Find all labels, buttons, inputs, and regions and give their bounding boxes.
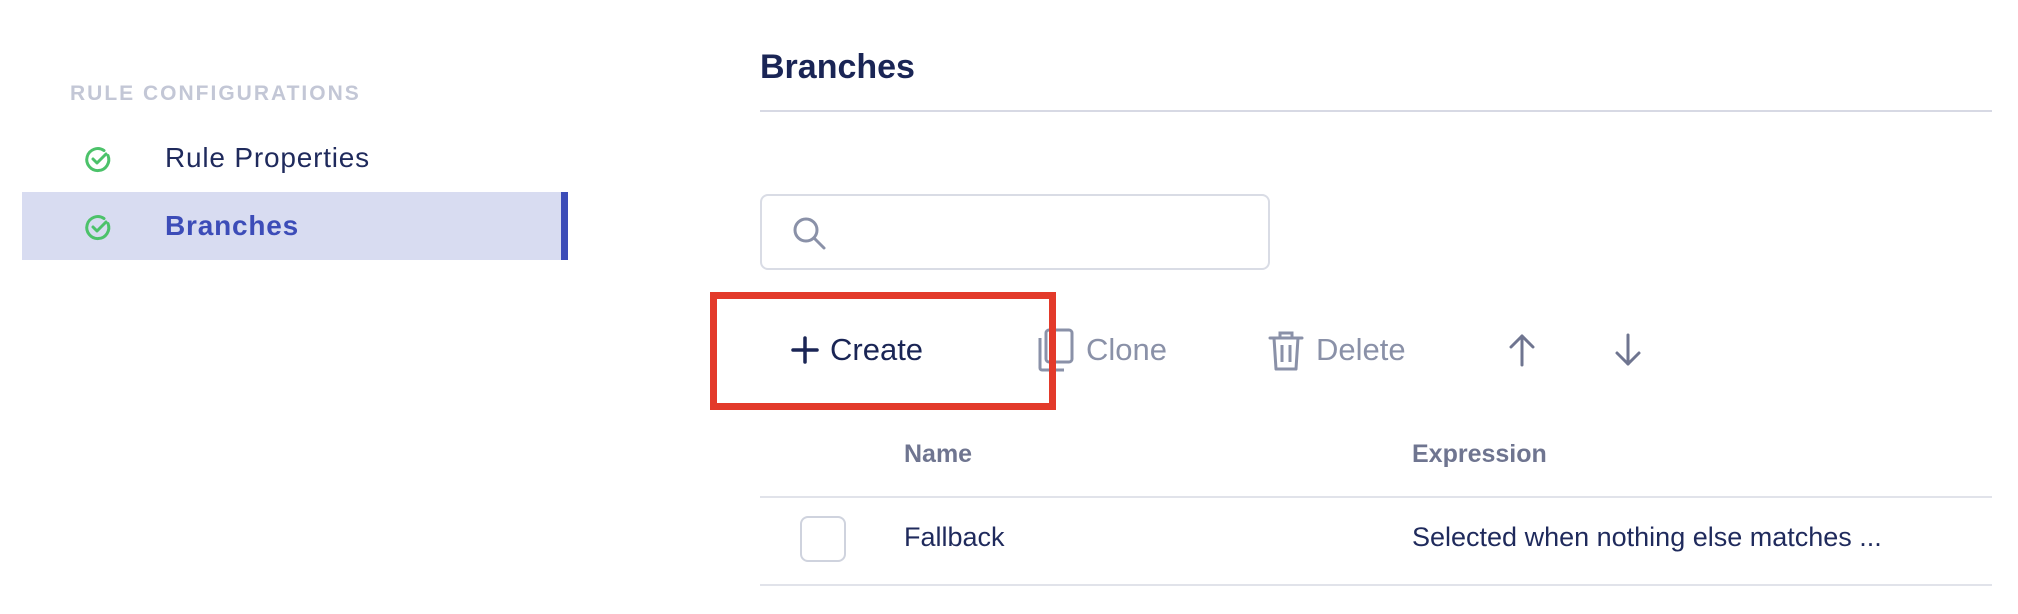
table-header-divider bbox=[760, 496, 1992, 498]
sidebar-item-rule-properties[interactable]: Rule Properties bbox=[22, 124, 568, 192]
delete-label: Delete bbox=[1316, 332, 1406, 367]
search-icon bbox=[793, 217, 826, 250]
sidebar-item-branches[interactable]: Branches bbox=[22, 192, 568, 260]
row-name[interactable]: Fallback bbox=[904, 522, 1005, 553]
delete-button[interactable]: Delete bbox=[1266, 320, 1406, 380]
sidebar-item-label: Branches bbox=[165, 210, 300, 241]
page-title: Branches bbox=[760, 48, 915, 86]
create-label: Create bbox=[830, 332, 924, 367]
move-up-button[interactable] bbox=[1506, 320, 1548, 380]
title-divider bbox=[760, 110, 1992, 112]
search-input[interactable] bbox=[760, 194, 1270, 270]
column-header-expression[interactable]: Expression bbox=[1412, 440, 1547, 469]
trash-icon bbox=[1268, 331, 1304, 371]
check-circle-icon bbox=[85, 147, 111, 173]
row-checkbox[interactable] bbox=[800, 516, 846, 562]
sidebar-heading: RULE CONFIGURATIONS bbox=[70, 82, 361, 105]
arrow-up-icon bbox=[1509, 334, 1535, 367]
table-row-divider bbox=[760, 584, 1992, 586]
clone-button[interactable]: Clone bbox=[1036, 320, 1167, 380]
check-circle-icon bbox=[85, 215, 111, 241]
column-header-name[interactable]: Name bbox=[904, 440, 972, 469]
row-expression: Selected when nothing else matches ... bbox=[1412, 522, 1882, 552]
create-button[interactable]: Create bbox=[790, 320, 923, 380]
clone-icon bbox=[1038, 328, 1074, 372]
clone-label: Clone bbox=[1086, 332, 1167, 367]
sidebar-item-label: Rule Properties bbox=[165, 142, 370, 173]
sidebar: RULE CONFIGURATIONS Rule Properties Bran… bbox=[0, 0, 570, 614]
arrow-down-icon bbox=[1615, 333, 1641, 366]
plus-icon bbox=[791, 336, 819, 364]
move-down-button[interactable] bbox=[1612, 320, 1654, 380]
